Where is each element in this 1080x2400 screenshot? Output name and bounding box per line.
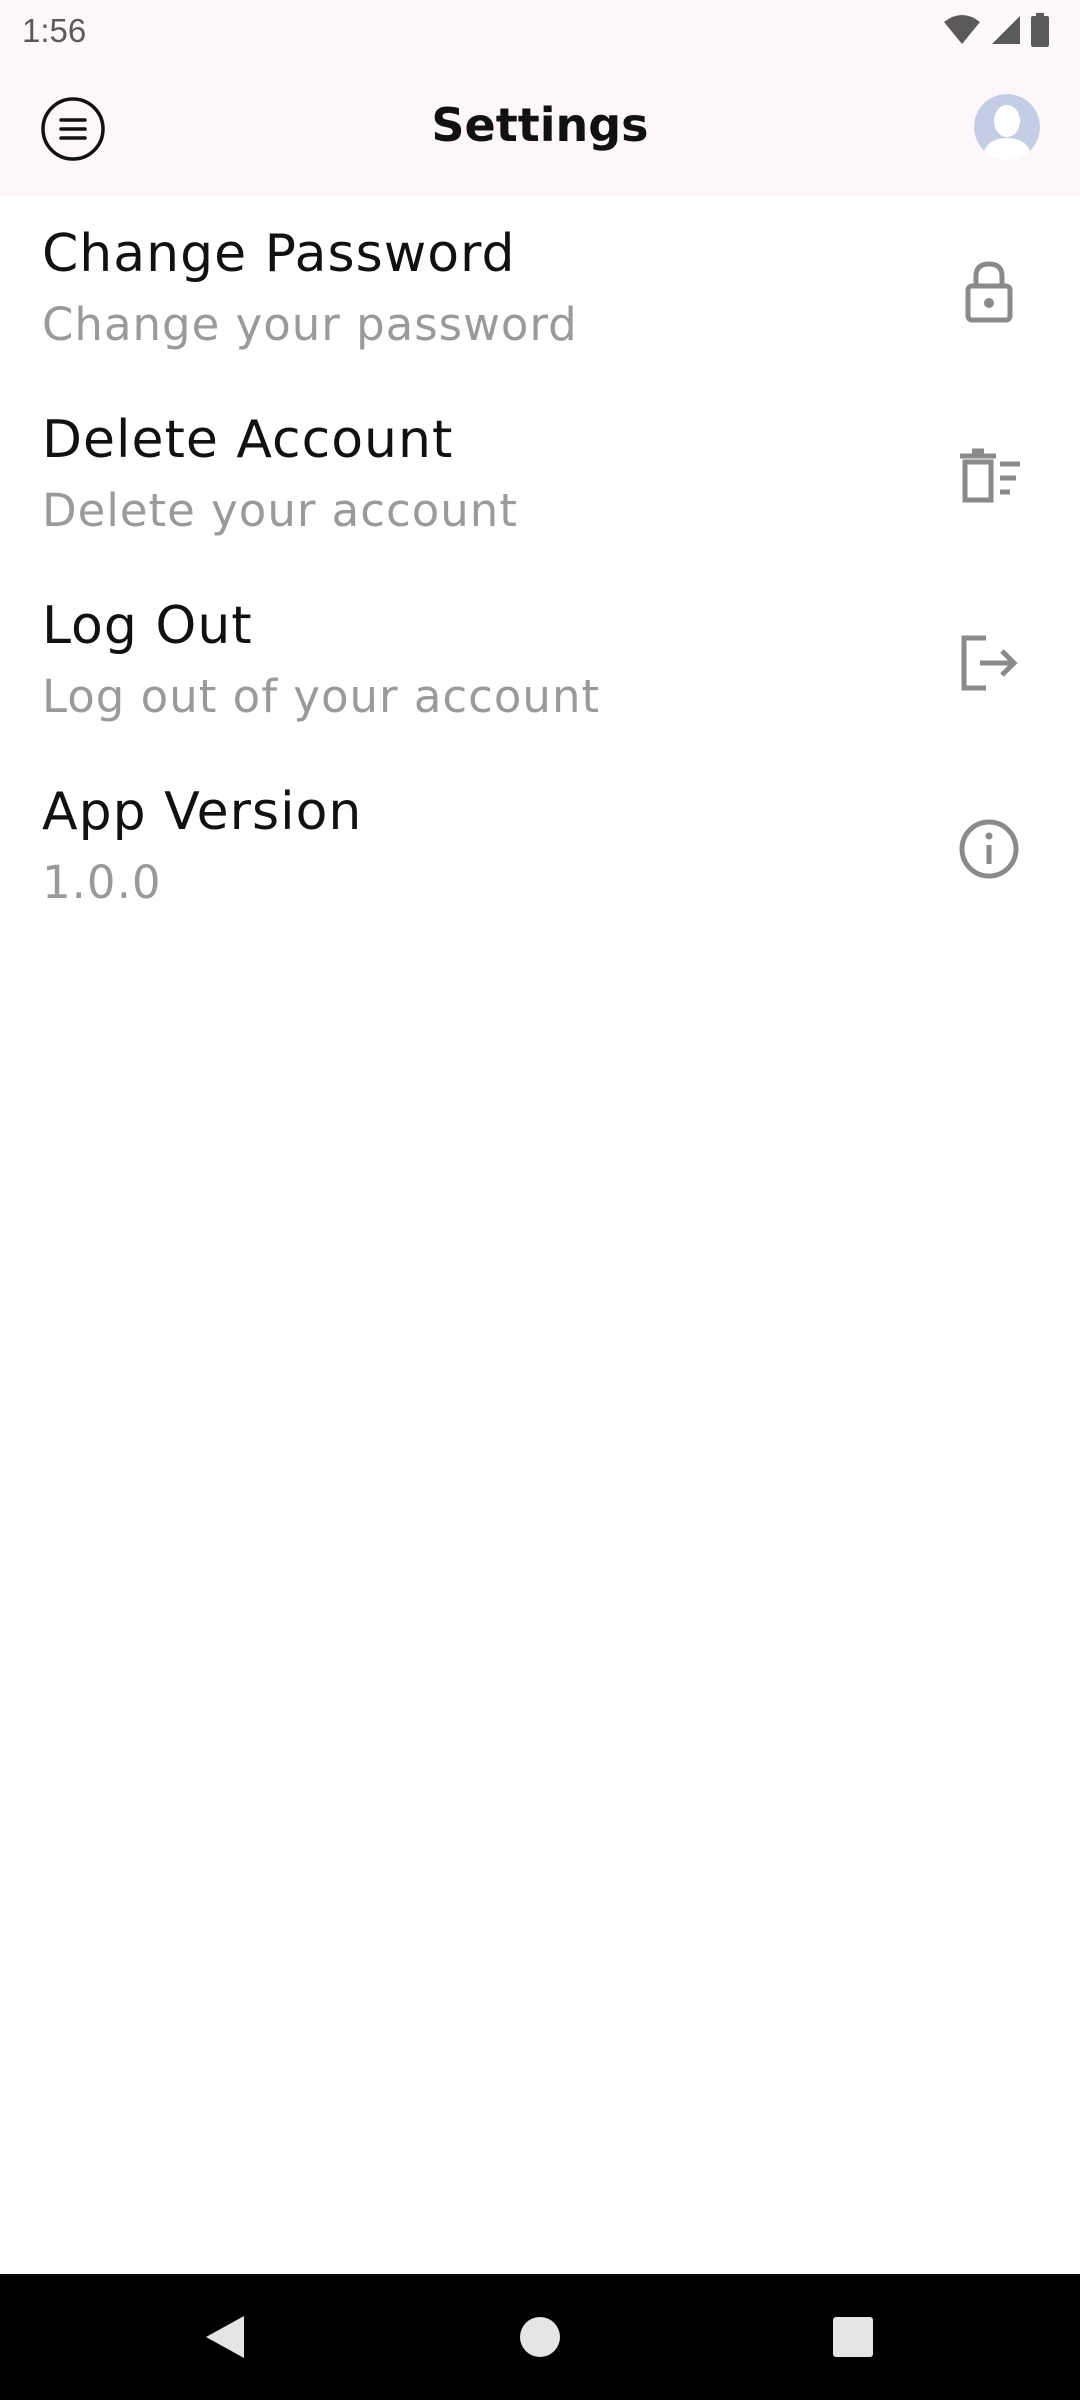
logout-icon	[961, 635, 1018, 691]
lock-icon	[965, 261, 1013, 323]
item-subtitle: Delete your account	[42, 484, 518, 537]
navigation-bar	[0, 2274, 1080, 2400]
back-icon[interactable]	[200, 2312, 250, 2362]
wifi-icon	[944, 15, 980, 44]
status-icons	[942, 12, 1050, 48]
recents-icon[interactable]	[828, 2312, 878, 2362]
avatar[interactable]	[974, 94, 1040, 160]
settings-item-app-version[interactable]: App Version 1.0.0	[0, 754, 1080, 940]
item-subtitle: Log out of your account	[42, 670, 601, 723]
status-time: 1:56	[22, 12, 87, 49]
signal-icon	[992, 16, 1020, 44]
item-subtitle: Change your password	[42, 298, 578, 351]
delete-icon	[960, 448, 1020, 503]
status-bar: 1:56	[0, 0, 1080, 62]
settings-list: Change Password Change your password Del…	[0, 196, 1080, 940]
avatar-icon	[974, 94, 1040, 160]
item-title: Delete Account	[42, 410, 454, 470]
item-title: Log Out	[42, 596, 253, 656]
settings-item-log-out[interactable]: Log Out Log out of your account	[0, 568, 1080, 754]
settings-item-change-password[interactable]: Change Password Change your password	[0, 196, 1080, 382]
settings-item-delete-account[interactable]: Delete Account Delete your account	[0, 382, 1080, 568]
app-bar: Settings	[0, 62, 1080, 196]
battery-icon	[1031, 13, 1049, 47]
page-title: Settings	[431, 98, 649, 152]
app-version-value: 1.0.0	[42, 856, 162, 909]
item-title: App Version	[42, 782, 363, 842]
home-icon[interactable]	[515, 2312, 565, 2362]
item-title: Change Password	[42, 224, 516, 284]
info-icon	[959, 819, 1019, 879]
